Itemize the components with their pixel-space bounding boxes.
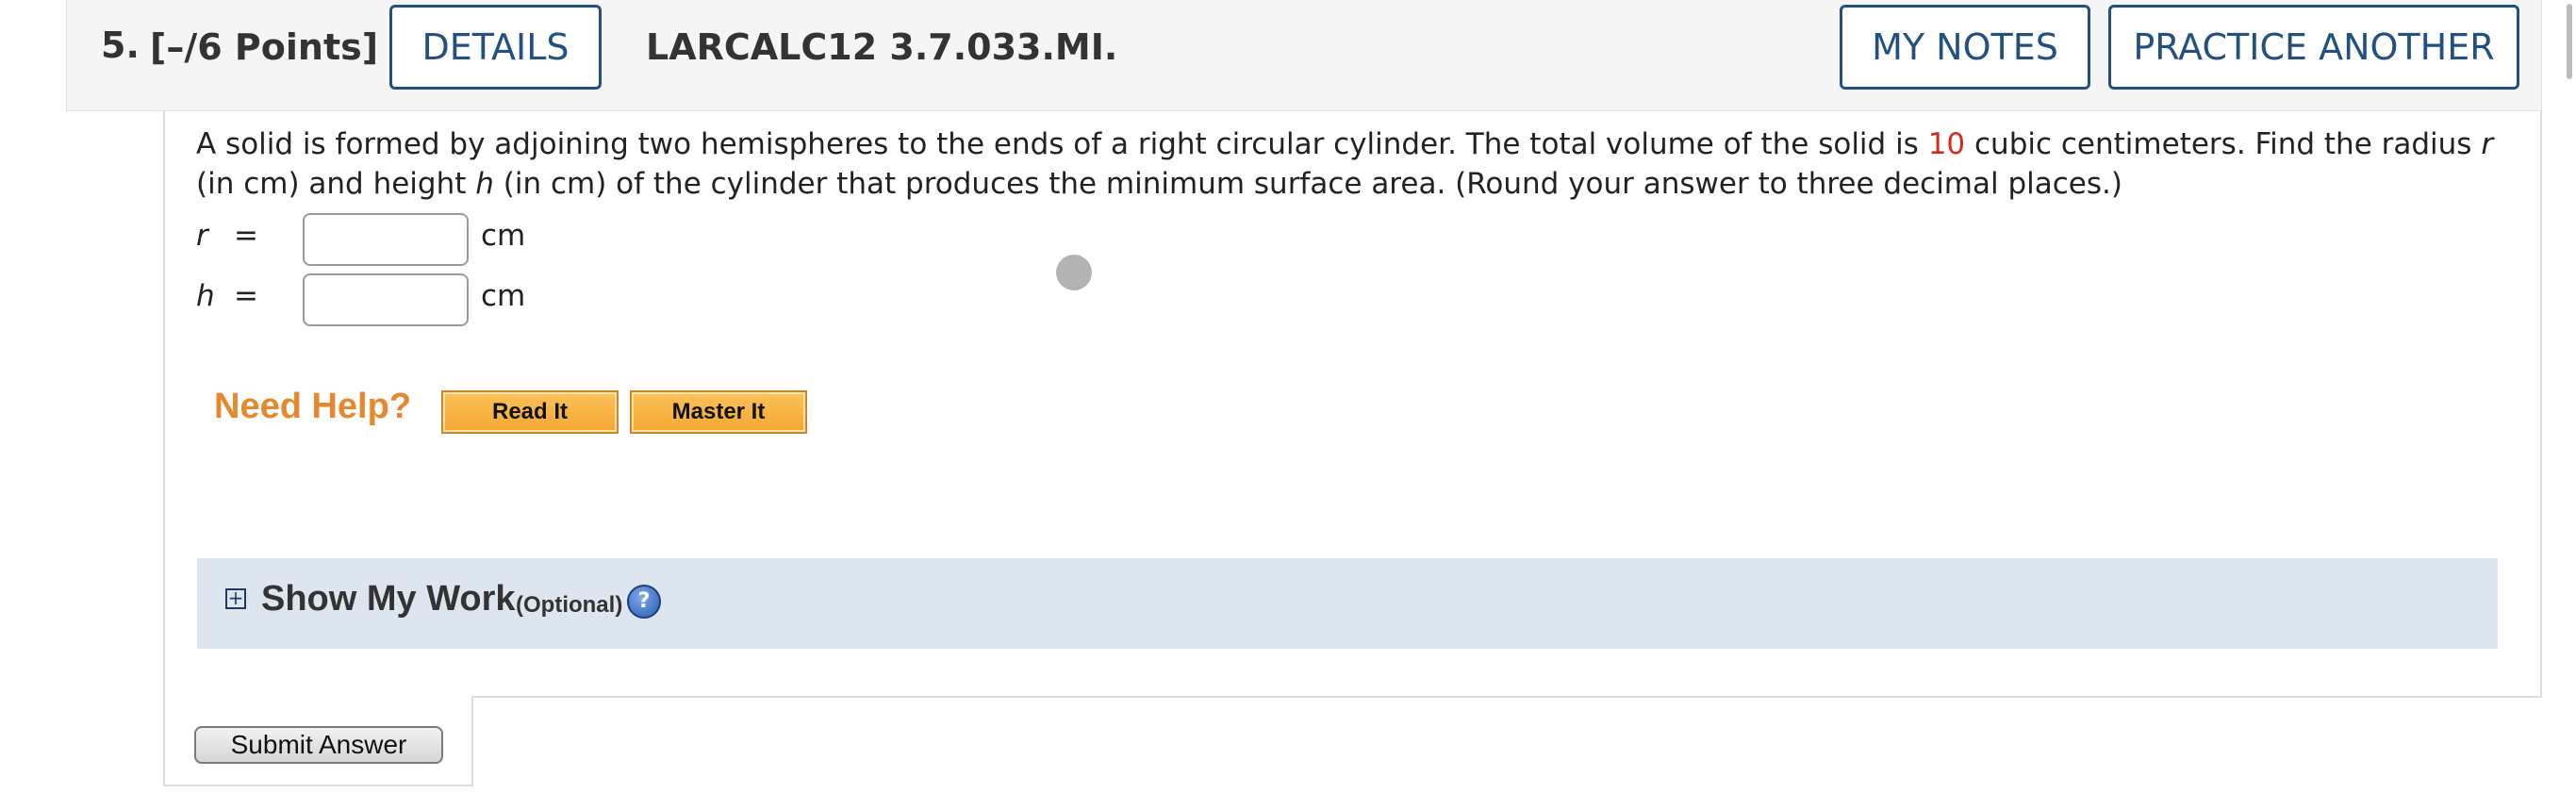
- help-question-icon[interactable]: ?: [627, 585, 661, 619]
- problem-text-3: (in cm) and height: [196, 167, 476, 201]
- volume-value: 10: [1927, 127, 1966, 161]
- need-help-label: Need Help?: [214, 387, 412, 426]
- read-it-button[interactable]: Read It: [441, 390, 619, 434]
- unit-label: cm: [481, 279, 526, 313]
- question-header: 5. [–/6 Points] DETAILS LARCALC12 3.7.03…: [66, 0, 2542, 111]
- problem-statement: A solid is formed by adjoining two hemis…: [196, 124, 2497, 204]
- radius-input[interactable]: [303, 213, 469, 266]
- equals-sign: =: [234, 219, 258, 253]
- show-my-work-panel[interactable]: + Show My Work (Optional) ?: [197, 558, 2498, 649]
- question-points: [–/6 Points]: [150, 26, 379, 68]
- submit-answer-button[interactable]: Submit Answer: [194, 726, 443, 764]
- height-input[interactable]: [303, 273, 469, 326]
- question-body: A solid is formed by adjoining two hemis…: [163, 111, 2542, 698]
- problem-text-1: A solid is formed by adjoining two hemis…: [196, 127, 1928, 161]
- equals-sign: =: [234, 279, 258, 313]
- mouse-cursor-indicator: [1056, 255, 1092, 290]
- optional-label: (Optional): [516, 592, 623, 618]
- my-notes-button[interactable]: MY NOTES: [1840, 5, 2090, 90]
- question-code: LARCALC12 3.7.033.MI.: [646, 26, 1118, 68]
- master-it-button[interactable]: Master It: [630, 390, 807, 434]
- practice-another-button[interactable]: PRACTICE ANOTHER: [2108, 5, 2519, 90]
- expand-plus-icon[interactable]: +: [225, 588, 246, 609]
- submit-area: Submit Answer: [163, 696, 473, 786]
- details-button[interactable]: DETAILS: [389, 5, 602, 90]
- unit-label: cm: [481, 219, 526, 253]
- problem-text-2: cubic centimeters. Find the radius: [1965, 127, 2482, 161]
- problem-text-4: (in cm) of the cylinder that produces th…: [493, 167, 2122, 201]
- question-page: 5. [–/6 Points] DETAILS LARCALC12 3.7.03…: [0, 0, 2576, 810]
- question-number: 5.: [101, 25, 140, 66]
- variable-r: r: [2481, 127, 2494, 161]
- show-my-work-title[interactable]: Show My Work: [261, 579, 516, 620]
- scrollbar-thumb[interactable]: [2567, 4, 2572, 79]
- variable-h: h: [475, 167, 494, 201]
